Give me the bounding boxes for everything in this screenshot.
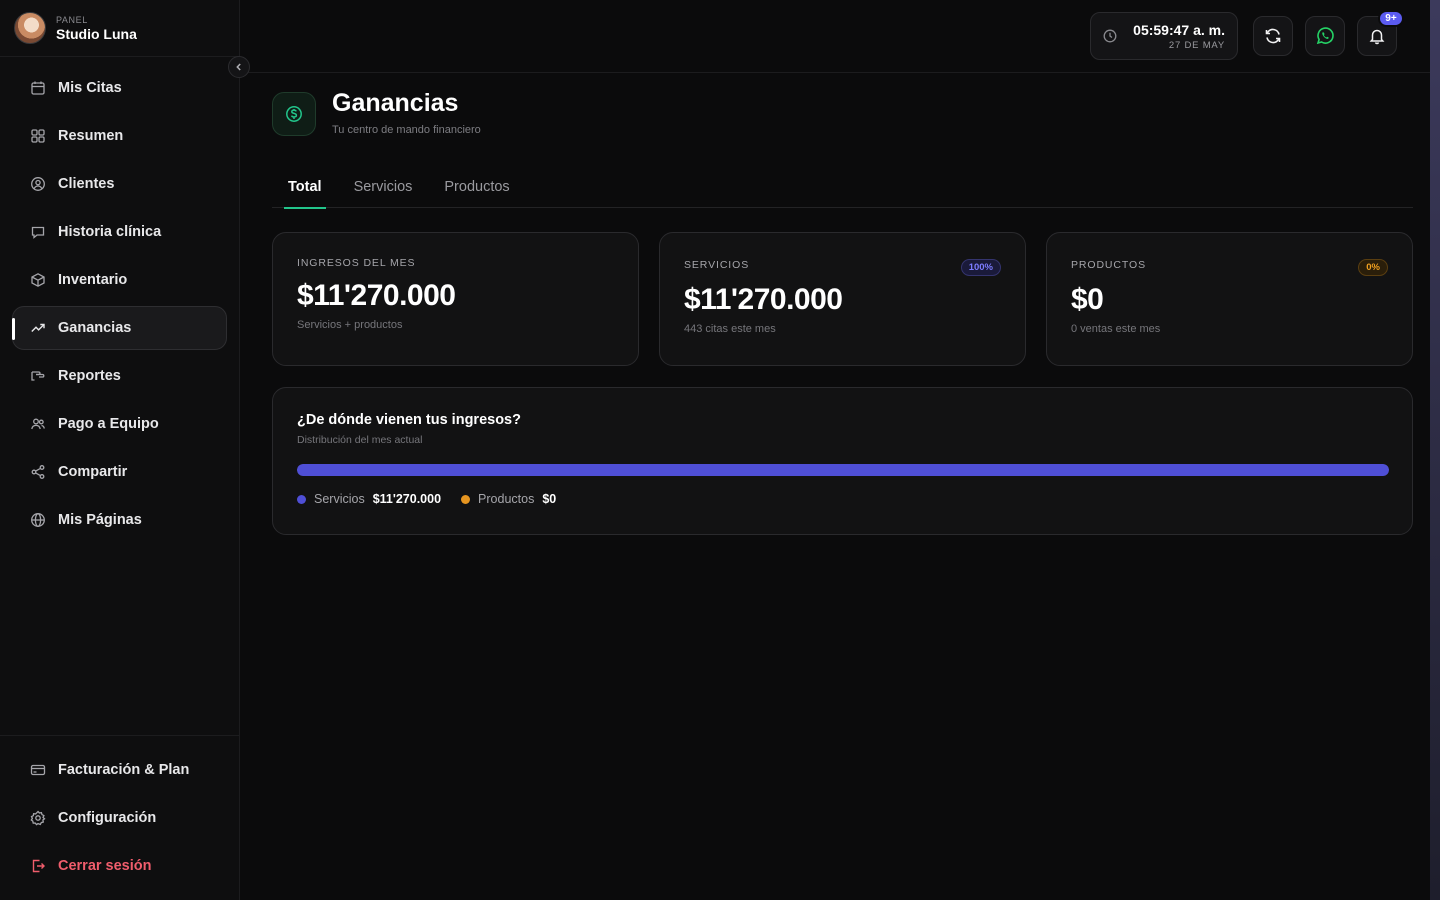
card-note: Servicios + productos: [297, 319, 403, 331]
legend-item-productos: Productos $0: [461, 492, 556, 506]
notification-badge: 9+: [1378, 10, 1404, 27]
refresh-button[interactable]: [1253, 16, 1293, 56]
legend-item-servicios: Servicios $11'270.000: [297, 492, 441, 506]
sidebar-item-label: Facturación & Plan: [58, 762, 190, 778]
brand-name: Studio Luna: [56, 25, 137, 42]
whatsapp-icon: [1316, 27, 1334, 45]
legend-dot: [461, 494, 471, 504]
sidebar-item-label: Historia clínica: [58, 224, 162, 240]
grid-icon: [29, 127, 47, 145]
bell-icon: [1369, 29, 1385, 45]
card-value: $0: [1071, 283, 1104, 316]
sidebar-item-label: Configuración: [58, 810, 157, 826]
income-distribution-card: ¿De dónde vienen tus ingresos? Distribuc…: [272, 387, 1413, 535]
clock-widget: 05:59:47 a. m. 27 DE MAY: [1090, 12, 1238, 60]
avatar: [14, 12, 46, 44]
dollar-icon: [272, 92, 316, 136]
sidebar-item-resumen[interactable]: Resumen: [12, 114, 227, 158]
calendar-icon: [29, 79, 47, 97]
sidebar-item-label: Inventario: [58, 272, 128, 288]
card-label: PRODUCTOS: [1071, 259, 1146, 271]
sidebar-item-mis-paginas[interactable]: Mis Páginas: [12, 498, 227, 542]
percentage-badge: 0%: [1358, 259, 1388, 276]
collapse-sidebar-button[interactable]: [228, 56, 250, 78]
notifications-button[interactable]: 9+: [1357, 10, 1404, 56]
sidebar-footer: Facturación & Plan Configuración Cerrar …: [0, 735, 239, 874]
sidebar-item-cerrar-sesion[interactable]: Cerrar sesión: [12, 844, 227, 888]
card-servicios: SERVICIOS $11'270.000 443 citas este mes…: [659, 232, 1026, 366]
hand-icon: [29, 367, 47, 385]
sidebar-item-label: Compartir: [58, 464, 128, 480]
sidebar-item-label: Clientes: [58, 176, 115, 192]
refresh-icon: [1265, 28, 1281, 44]
sidebar-item-facturacion[interactable]: Facturación & Plan: [12, 748, 227, 792]
sidebar-item-compartir[interactable]: Compartir: [12, 450, 227, 494]
credit-card-icon: [29, 761, 47, 779]
card-value: $11'270.000: [684, 283, 843, 316]
page-title: Ganancias: [332, 89, 459, 117]
card-note: 0 ventas este mes: [1071, 323, 1161, 335]
sidebar-item-clientes[interactable]: Clientes: [12, 162, 227, 206]
brand-header[interactable]: PANEL Studio Luna: [0, 0, 239, 57]
sidebar-item-historia-clinica[interactable]: Historia clínica: [12, 210, 227, 254]
box-icon: [29, 271, 47, 289]
legend-value: $11'270.000: [372, 492, 442, 506]
sidebar-nav: Mis Citas Resumen Clientes Historia clín…: [12, 66, 227, 546]
sidebar-item-reportes[interactable]: Reportes: [12, 354, 227, 398]
message-icon: [29, 223, 47, 241]
brand-kicker: PANEL: [56, 14, 88, 25]
trending-up-icon: [29, 319, 47, 337]
sidebar-item-label: Mis Páginas: [58, 512, 142, 528]
user-circle-icon: [29, 175, 47, 193]
card-label: INGRESOS DEL MES: [297, 257, 416, 269]
tab-servicios[interactable]: Servicios: [338, 166, 429, 208]
sidebar-item-label: Mis Citas: [58, 80, 122, 96]
logout-icon: [29, 857, 47, 875]
sidebar: PANEL Studio Luna Mis Citas Resumen Clie…: [0, 0, 240, 900]
topbar: 05:59:47 a. m. 27 DE MAY 9+: [240, 0, 1430, 73]
card-ingresos: INGRESOS DEL MES $11'270.000 Servicios +…: [272, 232, 639, 366]
distribution-title: ¿De dónde vienen tus ingresos?: [297, 412, 521, 428]
scrollbar[interactable]: [1430, 0, 1440, 900]
chevron-left-icon: [236, 63, 241, 71]
card-note: 443 citas este mes: [684, 323, 776, 335]
legend-name: Servicios: [314, 492, 365, 506]
tab-total[interactable]: Total: [272, 166, 338, 209]
card-label: SERVICIOS: [684, 259, 750, 271]
tab-productos[interactable]: Productos: [428, 166, 525, 208]
sidebar-item-ganancias[interactable]: Ganancias: [12, 306, 227, 350]
distribution-bar-servicios: [297, 464, 1389, 476]
gear-icon: [29, 809, 47, 827]
globe-icon: [29, 511, 47, 529]
sidebar-item-inventario[interactable]: Inventario: [12, 258, 227, 302]
sidebar-item-label: Pago a Equipo: [58, 416, 159, 432]
card-value: $11'270.000: [297, 279, 456, 312]
clock-date: 27 DE MAY: [1168, 39, 1225, 51]
clock-icon: [1103, 29, 1117, 43]
sidebar-item-configuracion[interactable]: Configuración: [12, 796, 227, 840]
sidebar-item-label: Resumen: [58, 128, 124, 144]
sidebar-item-label: Reportes: [58, 368, 121, 384]
legend-value: $0: [542, 492, 557, 506]
legend-name: Productos: [478, 492, 535, 506]
page-subtitle: Tu centro de mando financiero: [332, 124, 481, 136]
sidebar-item-mis-citas[interactable]: Mis Citas: [12, 66, 227, 110]
sidebar-item-label: Ganancias: [58, 320, 132, 336]
clock-time: 05:59:47 a. m.: [1133, 21, 1225, 38]
legend-dot: [297, 494, 306, 504]
share-icon: [29, 463, 47, 481]
card-productos: PRODUCTOS $0 0 ventas este mes 0%: [1046, 232, 1413, 366]
sidebar-item-label: Cerrar sesión: [58, 858, 152, 874]
distribution-subtitle: Distribución del mes actual: [297, 434, 423, 446]
distribution-legend: Servicios $11'270.000 Productos $0: [297, 492, 1388, 506]
distribution-bar: [297, 464, 1389, 476]
percentage-badge: 100%: [960, 259, 1001, 276]
tab-bar: Total Servicios Productos: [272, 166, 1413, 209]
users-icon: [29, 415, 47, 433]
whatsapp-button[interactable]: [1305, 16, 1345, 56]
sidebar-item-pago-a-equipo[interactable]: Pago a Equipo: [12, 402, 227, 446]
